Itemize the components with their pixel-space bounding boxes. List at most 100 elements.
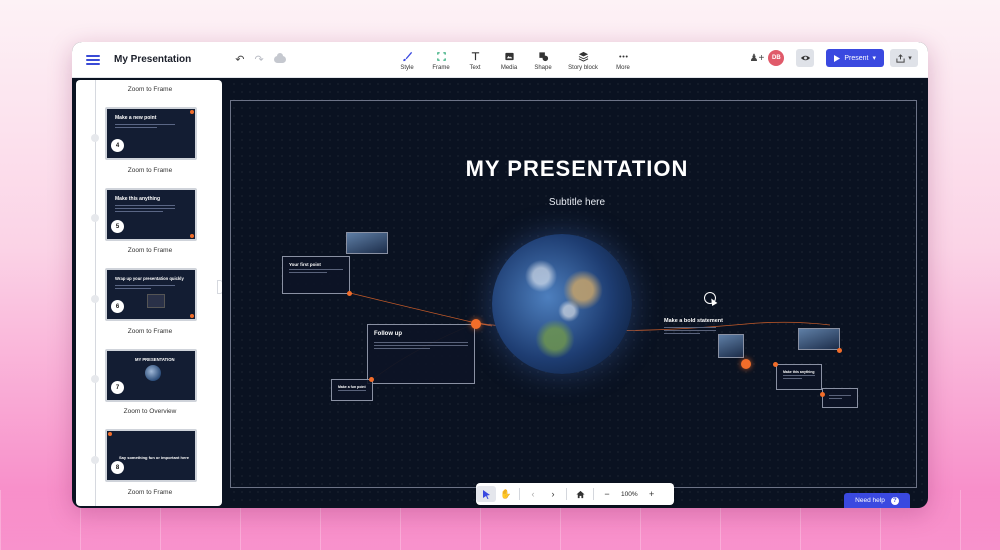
home-button[interactable]	[570, 483, 590, 505]
canvas-subtitle[interactable]: Subtitle here	[230, 197, 924, 208]
slide-thumbnail-8[interactable]: Say something fun or important here 8	[105, 429, 197, 482]
card-text-lines	[289, 269, 343, 275]
earth-image[interactable]	[492, 234, 632, 374]
card-title: Make this anything	[783, 370, 815, 374]
slide-sidebar: Zoom to Frame Make a new point 4 Zoom to…	[76, 80, 222, 506]
avatar[interactable]: DB	[768, 50, 785, 66]
slide-thumbnail-5[interactable]: Make this anything 5	[105, 188, 197, 241]
slide-number: 8	[111, 461, 124, 474]
zoom-level[interactable]: 100%	[617, 491, 642, 498]
tool-media[interactable]: Media	[492, 42, 526, 78]
top-bar: My Presentation ↶ ↷ Style Frame Text Med…	[72, 42, 928, 78]
chevron-right-icon: ›	[551, 489, 555, 499]
orange-marker	[190, 110, 194, 114]
zoom-to-frame-link[interactable]: Zoom to Frame	[100, 247, 200, 254]
cursor-icon	[482, 489, 490, 499]
card-small-left[interactable]: Make a fun point	[331, 379, 373, 401]
need-help-button[interactable]: Need help ?	[844, 493, 910, 508]
photo-card[interactable]	[798, 328, 840, 350]
card-right[interactable]: Make this anything	[776, 364, 822, 390]
card-text-lines	[374, 342, 468, 351]
tool-label: Media	[500, 65, 518, 71]
card-text-lines	[783, 375, 815, 381]
card-first-point[interactable]: Your first point	[282, 256, 350, 294]
need-help-label: Need help	[855, 497, 885, 504]
cloud-saved-icon	[273, 53, 286, 63]
presentation-canvas[interactable]: MY PRESENTATION Subtitle here Your first…	[230, 80, 924, 506]
chevron-down-icon: ▾	[908, 55, 912, 62]
card-follow-up[interactable]: Follow up	[367, 324, 475, 384]
tool-story-block[interactable]: Story block	[560, 42, 606, 78]
add-collaborator-icon[interactable]: ♟+	[750, 53, 765, 64]
card-title: Follow up	[374, 331, 402, 337]
zoom-to-overview-link[interactable]: Zoom to Overview	[100, 408, 200, 415]
zoom-to-frame-link[interactable]: Zoom to Frame	[100, 328, 200, 335]
hand-icon: ✋	[500, 488, 512, 499]
tool-label: More	[616, 65, 630, 71]
bold-statement-text-lines	[664, 327, 716, 336]
tool-text[interactable]: Text	[458, 42, 492, 78]
shape-icon	[538, 49, 549, 63]
present-button[interactable]: Present ▾	[826, 49, 884, 67]
path-point[interactable]	[347, 291, 352, 296]
previous-button[interactable]: ‹	[523, 483, 543, 505]
path-point[interactable]	[837, 348, 842, 353]
tool-shape[interactable]: Shape	[526, 42, 560, 78]
hand-tool-button[interactable]: ✋	[496, 483, 516, 505]
photo-card[interactable]	[346, 232, 388, 254]
preview-button[interactable]	[796, 49, 815, 67]
home-icon	[575, 490, 585, 498]
undo-icon[interactable]: ↶	[235, 53, 244, 66]
select-tool-button[interactable]	[476, 486, 496, 502]
presentation-title[interactable]: My Presentation	[114, 54, 191, 65]
slide-thumbnail-4[interactable]: Make a new point 4	[105, 107, 197, 160]
zoom-to-frame-link[interactable]: Zoom to Frame	[100, 489, 200, 496]
slide-text-lines	[115, 205, 175, 214]
history-group: ↶ ↷	[235, 53, 286, 66]
tool-label: Text	[469, 65, 481, 71]
slide-thumbnail-6[interactable]: Wrap up your presentation quickly 6	[105, 268, 197, 321]
tool-style[interactable]: Style	[390, 42, 424, 78]
orange-marker	[190, 314, 194, 318]
photo-card[interactable]	[718, 334, 744, 358]
timeline-rail	[95, 80, 96, 506]
slide-title: Make this anything	[115, 196, 161, 202]
path-point[interactable]	[369, 377, 374, 382]
divider	[593, 488, 594, 500]
next-button[interactable]: ›	[543, 483, 563, 505]
card-title: Your first point	[289, 262, 321, 267]
minus-icon: −	[604, 489, 610, 499]
zoom-to-frame-link[interactable]: Zoom to Frame	[100, 167, 200, 174]
slide-text-lines	[115, 285, 175, 291]
sidebar-collapse-handle[interactable]	[217, 280, 222, 294]
bold-statement-title[interactable]: Make a bold statement	[664, 318, 723, 324]
zoom-out-button[interactable]: −	[597, 483, 617, 505]
zoom-in-button[interactable]: +	[642, 483, 662, 505]
path-point-main[interactable]	[471, 319, 481, 329]
path-point[interactable]	[820, 392, 825, 397]
tool-label: Story block	[568, 65, 598, 71]
redo-icon[interactable]: ↷	[254, 53, 263, 66]
slide-title: MY PRESENTATION	[135, 357, 175, 362]
divider	[566, 488, 567, 500]
plus-icon: +	[648, 489, 655, 499]
path-point[interactable]	[773, 362, 778, 367]
slide-number: 4	[111, 139, 124, 152]
zoom-to-frame-link[interactable]: Zoom to Frame	[100, 86, 200, 93]
path-point-main[interactable]	[741, 359, 751, 369]
tool-more[interactable]: More	[606, 42, 640, 78]
slide-title: Wrap up your presentation quickly	[115, 276, 184, 281]
slide-title: Make a new point	[115, 115, 157, 121]
share-button[interactable]: ▾	[890, 49, 918, 67]
story-block-icon	[578, 49, 589, 63]
timeline-dot	[91, 375, 99, 383]
earth-thumbnail	[145, 365, 161, 381]
menu-icon[interactable]	[86, 54, 100, 65]
timeline-dot	[91, 456, 99, 464]
tool-frame[interactable]: Frame	[424, 42, 458, 78]
card-right-small[interactable]	[822, 388, 858, 408]
photo-placeholder	[147, 294, 165, 308]
slide-thumbnail-7[interactable]: MY PRESENTATION 7	[105, 349, 197, 402]
insert-toolbar: Style Frame Text Media Shape Story block…	[390, 42, 640, 78]
canvas-title[interactable]: MY PRESENTATION	[230, 156, 924, 182]
